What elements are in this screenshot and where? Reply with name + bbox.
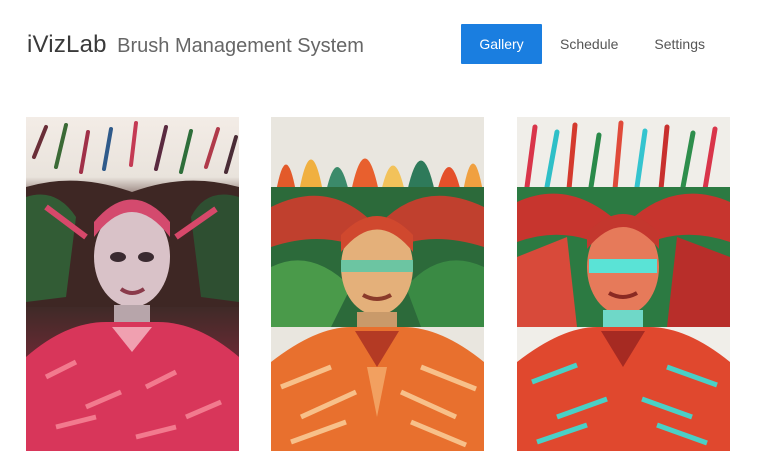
- gallery-image-3[interactable]: [517, 117, 730, 451]
- gallery-image-1[interactable]: [26, 117, 239, 451]
- gallery-grid: [0, 0, 760, 451]
- gallery-image-2[interactable]: [271, 117, 484, 451]
- portrait-painting-icon: [517, 117, 730, 451]
- portrait-painting-icon: [271, 117, 484, 451]
- portrait-painting-icon: [26, 117, 239, 451]
- app-page: iVizLab Brush Management System Gallery …: [0, 0, 760, 451]
